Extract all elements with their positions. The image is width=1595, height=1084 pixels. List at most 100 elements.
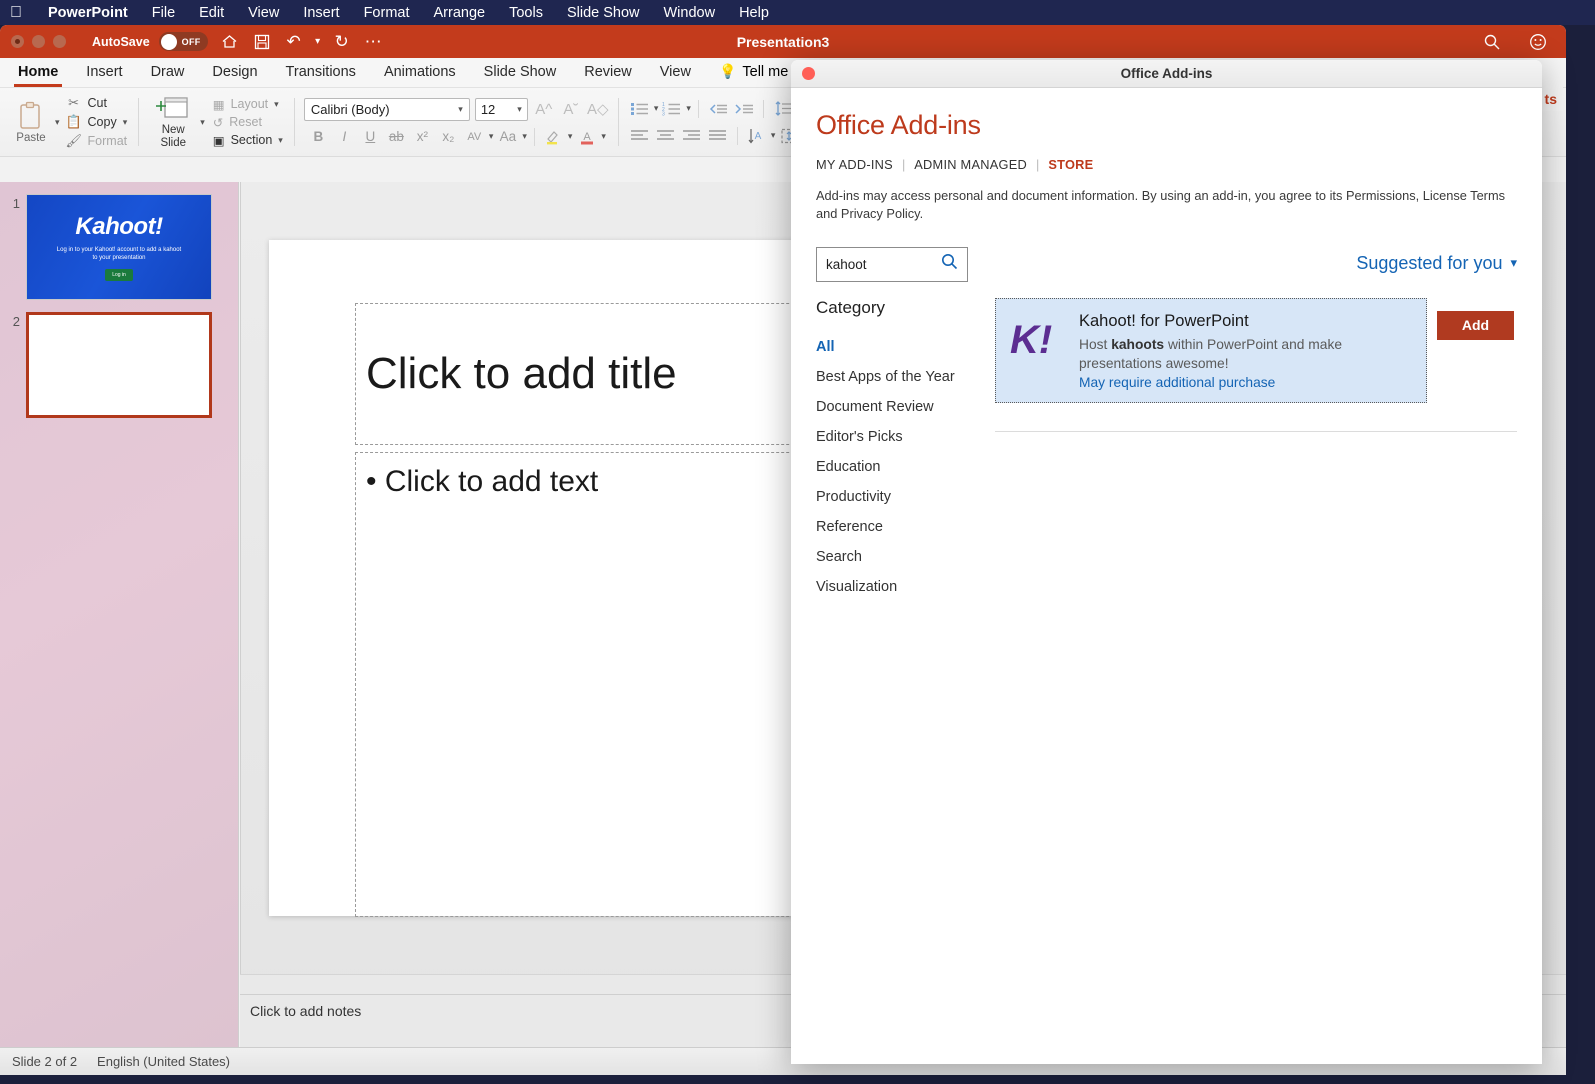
tab-draw[interactable]: Draw (137, 61, 199, 87)
align-right-button[interactable] (680, 126, 704, 146)
category-item-productivity[interactable]: Productivity (816, 482, 976, 512)
add-button[interactable]: Add (1437, 311, 1514, 340)
tab-review[interactable]: Review (570, 61, 646, 87)
maximize-button[interactable] (53, 35, 66, 48)
strikethrough-button[interactable]: ab (385, 127, 408, 147)
addin-purchase-link[interactable]: May require additional purchase (1079, 375, 1412, 390)
highlight-caret-icon[interactable]: ▾ (568, 131, 573, 142)
addin-card[interactable]: K! Kahoot! for PowerPoint Host kahoots w… (995, 298, 1427, 404)
menu-item-slide-show[interactable]: Slide Show (555, 5, 652, 21)
format-painter-button[interactable]: 🖌 Format (66, 133, 128, 149)
change-case-caret-icon[interactable]: ▾ (522, 131, 527, 142)
slide-thumbnail-pane[interactable]: 1 Kahoot! Log in to your Kahoot! account… (0, 182, 239, 1047)
menu-item-insert[interactable]: Insert (291, 5, 351, 21)
reset-button[interactable]: ↺ Reset (213, 115, 283, 130)
menu-item-tools[interactable]: Tools (497, 5, 555, 21)
section-button[interactable]: ▣ Section ▾ (213, 133, 283, 148)
close-button[interactable] (11, 35, 24, 48)
cut-button[interactable]: ✂ Cut (66, 95, 128, 111)
undo-icon[interactable]: ↶ (280, 29, 308, 55)
numbering-caret-icon[interactable]: ▾ (686, 103, 691, 114)
language-label[interactable]: English (United States) (97, 1054, 230, 1069)
font-color-caret-icon[interactable]: ▾ (601, 131, 606, 142)
tab-animations[interactable]: Animations (370, 61, 470, 87)
sort-dropdown[interactable]: Suggested for you ▾ (1356, 247, 1517, 274)
numbering-button[interactable]: 123 (660, 99, 684, 119)
italic-button[interactable]: I (333, 127, 356, 147)
category-item-all[interactable]: All (816, 332, 976, 362)
smiley-icon[interactable] (1524, 29, 1552, 55)
layout-button[interactable]: ▦ Layout ▾ (213, 97, 283, 112)
subscript-button[interactable]: x₂ (437, 127, 460, 147)
undo-caret-icon[interactable]: ▾ (312, 29, 324, 55)
category-item-document-review[interactable]: Document Review (816, 392, 976, 422)
menu-item-edit[interactable]: Edit (187, 5, 236, 21)
home-icon[interactable] (216, 29, 244, 55)
shrink-font-button[interactable]: A˘ (560, 101, 582, 118)
thumbnail-row-2[interactable]: 2 (0, 300, 238, 418)
menu-item-view[interactable]: View (236, 5, 291, 21)
text-direction-button[interactable]: A (745, 126, 769, 146)
text-direction-caret-icon[interactable]: ▾ (771, 130, 776, 141)
bold-button[interactable]: B (307, 127, 330, 147)
tab-insert[interactable]: Insert (72, 61, 136, 87)
underline-button[interactable]: U (359, 127, 382, 147)
font-family-select[interactable]: Calibri (Body) ▾ (304, 98, 470, 121)
category-item-search[interactable]: Search (816, 542, 976, 572)
redo-icon[interactable]: ↻ (328, 29, 356, 55)
search-icon[interactable] (941, 253, 958, 275)
font-color-button[interactable]: A (575, 127, 598, 147)
new-slide-caret-icon[interactable]: ▾ (200, 117, 205, 128)
decrease-indent-button[interactable] (706, 99, 730, 119)
slide-thumbnail-1[interactable]: Kahoot! Log in to your Kahoot! account t… (26, 194, 212, 300)
font-size-select[interactable]: 12 ▾ (475, 98, 528, 121)
grow-font-button[interactable]: A^ (533, 101, 555, 118)
tell-me-box[interactable]: 💡 Tell me (705, 60, 802, 87)
slide-count-label[interactable]: Slide 2 of 2 (12, 1054, 77, 1069)
justify-button[interactable] (706, 126, 730, 146)
copy-button[interactable]: 📋 Copy ▾ (66, 114, 128, 130)
autosave-toggle[interactable]: OFF (159, 32, 208, 51)
category-item-education[interactable]: Education (816, 452, 976, 482)
section-caret-icon[interactable]: ▾ (278, 135, 283, 146)
dialog-tab-admin-managed[interactable]: ADMIN MANAGED (914, 157, 1027, 172)
tab-transitions[interactable]: Transitions (272, 61, 370, 87)
menu-item-window[interactable]: Window (652, 5, 728, 21)
layout-caret-icon[interactable]: ▾ (274, 99, 279, 110)
tab-view[interactable]: View (646, 61, 705, 87)
window-controls[interactable] (0, 35, 66, 48)
change-case-button[interactable]: Aa (496, 127, 519, 147)
save-icon[interactable] (248, 29, 276, 55)
bullets-caret-icon[interactable]: ▾ (654, 103, 659, 114)
autosave-control[interactable]: AutoSave OFF (92, 32, 208, 51)
category-item-editors-picks[interactable]: Editor's Picks (816, 422, 976, 452)
increase-indent-button[interactable] (732, 99, 756, 119)
copy-caret-icon[interactable]: ▾ (123, 117, 128, 128)
dialog-tab-store[interactable]: STORE (1048, 157, 1093, 172)
character-spacing-button[interactable]: AV (463, 127, 486, 147)
menu-item-file[interactable]: File (140, 5, 187, 21)
bullets-button[interactable] (628, 99, 652, 119)
align-left-button[interactable] (628, 126, 652, 146)
tab-home[interactable]: Home (4, 61, 72, 87)
tab-design[interactable]: Design (198, 61, 271, 87)
slide-thumbnail-2[interactable] (26, 312, 212, 418)
clear-formatting-button[interactable]: A◇ (587, 100, 609, 118)
char-spacing-caret-icon[interactable]: ▾ (489, 131, 494, 142)
paste-button[interactable]: Paste (8, 101, 54, 144)
tab-slide-show[interactable]: Slide Show (470, 61, 571, 87)
paste-caret-icon[interactable]: ▾ (55, 117, 60, 128)
new-slide-button[interactable]: New Slide (150, 94, 196, 150)
category-item-reference[interactable]: Reference (816, 512, 976, 542)
apple-icon[interactable]:  (0, 5, 36, 21)
category-item-visualization[interactable]: Visualization (816, 572, 976, 602)
menu-app-name[interactable]: PowerPoint (36, 5, 140, 21)
align-center-button[interactable] (654, 126, 678, 146)
text-highlight-button[interactable] (542, 127, 565, 147)
menu-item-format[interactable]: Format (352, 5, 422, 21)
search-icon[interactable] (1478, 29, 1506, 55)
comments-button[interactable]: ts (1539, 87, 1563, 111)
search-input[interactable]: kahoot (816, 247, 968, 282)
menu-item-arrange[interactable]: Arrange (422, 5, 498, 21)
menu-item-help[interactable]: Help (727, 5, 781, 21)
